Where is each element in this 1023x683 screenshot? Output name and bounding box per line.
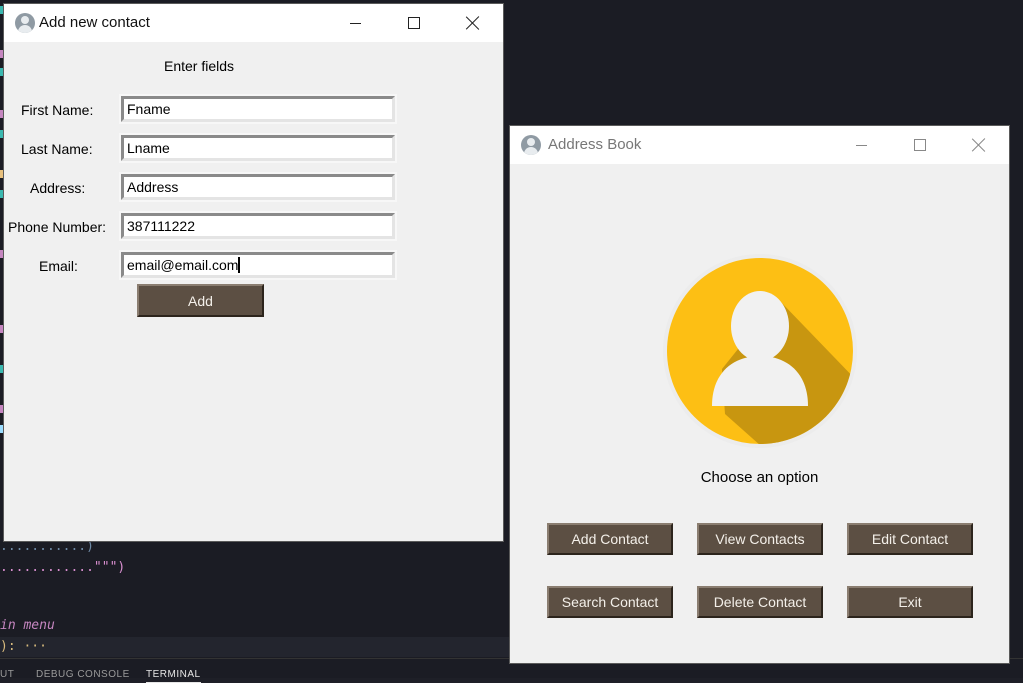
- view-contacts-button[interactable]: View Contacts: [697, 523, 823, 555]
- maximize-button[interactable]: [891, 126, 949, 164]
- add-contact-titlebar[interactable]: Add new contact: [4, 4, 503, 42]
- edit-contact-button[interactable]: Edit Contact: [847, 523, 973, 555]
- panel-tab-debug-console[interactable]: DEBUG CONSOLE: [36, 669, 130, 680]
- panel-tab-terminal[interactable]: TERMINAL: [146, 669, 201, 683]
- code-line: ............"""): [0, 560, 126, 575]
- delete-contact-button[interactable]: Delete Contact: [697, 586, 823, 618]
- close-button[interactable]: [444, 4, 502, 42]
- address-label: Address:: [25, 180, 91, 196]
- code-line: ): ···: [0, 639, 47, 654]
- email-input[interactable]: email@email.com: [119, 250, 397, 280]
- close-icon: [972, 138, 986, 152]
- email-label: Email:: [34, 258, 83, 274]
- text-cursor: [238, 257, 240, 273]
- email-input-value: email@email.com: [127, 257, 239, 273]
- close-icon: [466, 16, 480, 30]
- code-line: ...........): [0, 539, 94, 554]
- code-line: in menu: [0, 618, 55, 633]
- address-book-titlebar[interactable]: Address Book: [510, 126, 1009, 164]
- window-title: Address Book: [548, 136, 642, 153]
- close-button[interactable]: [950, 126, 1008, 164]
- minimize-icon: [350, 23, 361, 24]
- last-name-label: Last Name:: [16, 141, 98, 157]
- add-contact-window: Add new contact Enter fields First Name:…: [4, 4, 503, 541]
- maximize-icon: [914, 139, 926, 151]
- first-name-label: First Name:: [16, 102, 99, 118]
- current-line-highlight: ): ···: [0, 637, 510, 657]
- user-avatar-icon: [15, 13, 35, 33]
- maximize-button[interactable]: [385, 4, 443, 42]
- window-title: Add new contact: [39, 14, 150, 31]
- user-avatar-icon: [521, 135, 541, 155]
- panel-tab-output[interactable]: UT: [0, 669, 14, 680]
- search-contact-button[interactable]: Search Contact: [547, 586, 673, 618]
- exit-button[interactable]: Exit: [847, 586, 973, 618]
- last-name-input[interactable]: Lname: [119, 133, 397, 163]
- minimize-icon: [856, 145, 867, 146]
- phone-number-input[interactable]: 387111222: [119, 211, 397, 241]
- minimize-button[interactable]: [326, 4, 384, 42]
- address-input[interactable]: Address: [119, 172, 397, 202]
- enter-fields-heading: Enter fields: [154, 56, 245, 76]
- minimize-button[interactable]: [832, 126, 890, 164]
- phone-number-label: Phone Number:: [4, 219, 111, 235]
- contact-avatar-icon: [663, 254, 857, 448]
- add-button[interactable]: Add: [137, 284, 264, 317]
- maximize-icon: [408, 17, 420, 29]
- address-book-window: Address Book Choose an option Add Contac…: [510, 126, 1009, 663]
- add-contact-button[interactable]: Add Contact: [547, 523, 673, 555]
- first-name-input[interactable]: Fname: [119, 94, 397, 124]
- choose-option-label: Choose an option: [700, 469, 819, 486]
